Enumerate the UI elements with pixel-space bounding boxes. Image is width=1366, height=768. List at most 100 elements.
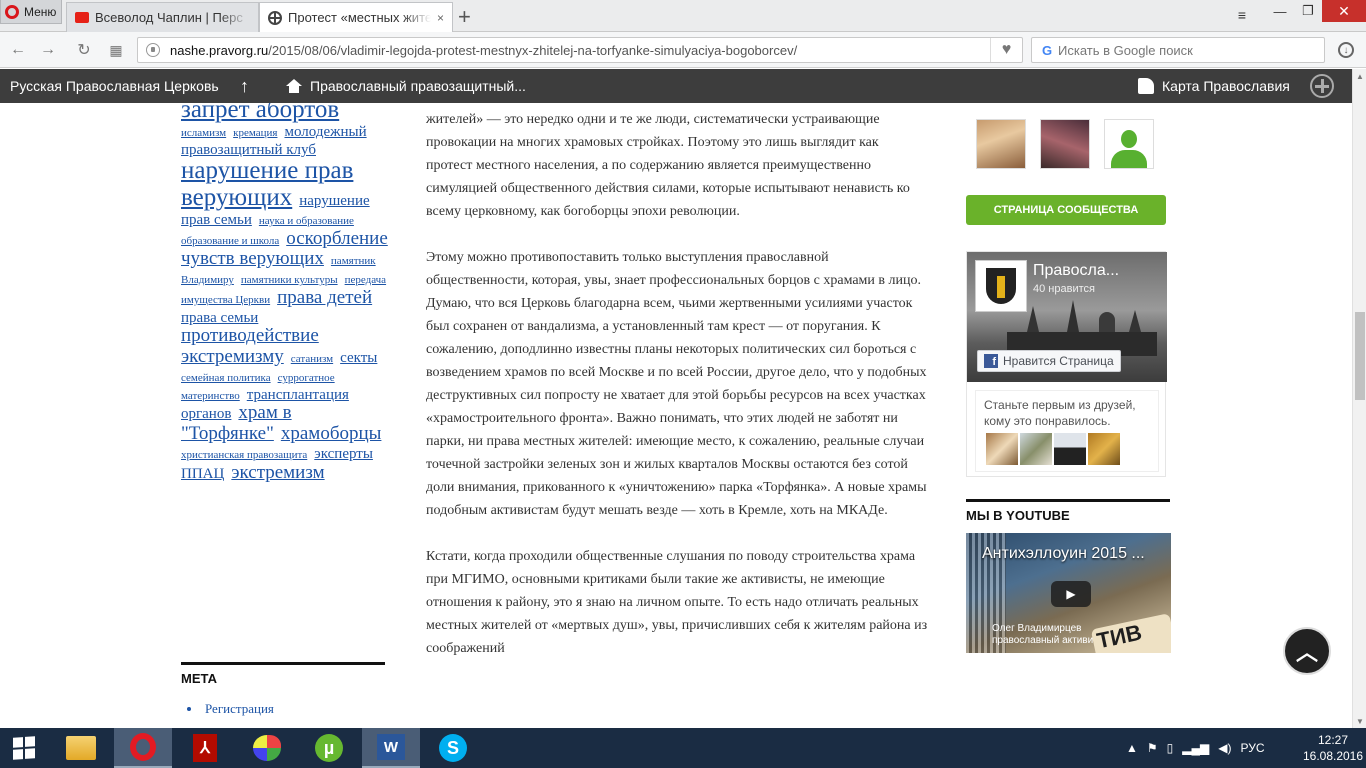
cross-icon: [268, 10, 282, 25]
taskbar-utorrent[interactable]: µ: [300, 728, 358, 768]
scrollbar-thumb[interactable]: [1355, 312, 1365, 400]
facebook-cover-image[interactable]: Правосла... 40 нравится f Нравится Стран…: [967, 252, 1167, 382]
tag-link[interactable]: памятники культуры: [241, 274, 338, 286]
tag-link[interactable]: образование и школа: [181, 235, 279, 247]
back-arrow-icon[interactable]: ←: [6, 38, 30, 62]
tab-title: Протест «местных жителе: [288, 10, 431, 25]
taskbar-paint[interactable]: [238, 728, 296, 768]
friend-avatar[interactable]: [1020, 433, 1052, 465]
minimize-button[interactable]: —: [1266, 0, 1294, 22]
forward-arrow-icon[interactable]: →: [36, 38, 60, 62]
tag-link[interactable]: запрет абортов: [181, 103, 339, 123]
tag-link[interactable]: наука и образование: [259, 215, 354, 227]
opera-menu-button[interactable]: Меню: [0, 0, 62, 24]
tab-protest-article[interactable]: Протест «местных жителе ×: [259, 2, 453, 32]
tag-link[interactable]: кремация: [233, 127, 277, 139]
start-button[interactable]: [0, 728, 48, 768]
protest-sign: ТИВ: [1090, 613, 1171, 653]
menu-label: Меню: [24, 4, 57, 19]
friends-text: Станьте первым из друзей, кому это понра…: [984, 398, 1136, 428]
member-avatar[interactable]: [1040, 119, 1090, 169]
bookmark-heart-icon[interactable]: ♥: [990, 38, 1022, 62]
clock[interactable]: 12:27 16.08.2016: [1302, 732, 1364, 764]
kremlin-silhouette: [1007, 300, 1157, 356]
orthodox-map-link[interactable]: Карта Православия: [1138, 69, 1290, 103]
search-placeholder: Искать в Google поиск: [1058, 42, 1193, 58]
paint-icon: [253, 735, 281, 761]
back-to-top-button[interactable]: ︿: [1283, 627, 1331, 675]
page-scrollbar[interactable]: ▲ ▼: [1352, 69, 1366, 728]
shield-logo-icon: [986, 268, 1016, 304]
add-button[interactable]: [1310, 69, 1334, 103]
close-tab-icon[interactable]: ×: [437, 11, 444, 25]
register-link[interactable]: Регистрация: [187, 701, 274, 717]
windows-taskbar: ⅄ µ W S ▲ ⚑ ▯ ▂▄▆ ◀) РУС 12:27 16.08.201…: [0, 728, 1366, 768]
tag-link[interactable]: исламизм: [181, 127, 226, 139]
tag-link[interactable]: секты: [340, 350, 377, 366]
home-link[interactable]: Православный правозащитный...: [286, 69, 526, 103]
friend-avatar[interactable]: [986, 433, 1018, 465]
tab-title: Всеволод Чаплин | Перс: [95, 10, 243, 25]
battery-icon[interactable]: ▯: [1167, 741, 1174, 755]
rpc-link[interactable]: Русская Православная Церковь: [10, 69, 219, 103]
tag-link[interactable]: храмоборцы: [281, 423, 382, 444]
taskbar-acrobat[interactable]: ⅄: [176, 728, 234, 768]
new-tab-button[interactable]: +: [458, 4, 471, 30]
opera-icon: [130, 733, 156, 761]
url-text: nashe.pravorg.ru/2015/08/06/vladimir-leg…: [170, 43, 990, 58]
facebook-like-button[interactable]: f Нравится Страница: [977, 350, 1121, 372]
tag-link[interactable]: христианская правозащита: [181, 449, 307, 461]
volume-icon[interactable]: ◀): [1218, 741, 1231, 755]
meta-list: Регистрация: [187, 701, 274, 717]
tab-vsevolod-chaplin[interactable]: Всеволод Чаплин | Перс: [66, 2, 259, 32]
play-icon[interactable]: ▶: [1051, 581, 1091, 607]
maximize-button[interactable]: ❐: [1294, 0, 1322, 22]
member-avatar[interactable]: [976, 119, 1026, 169]
tag-link[interactable]: сатанизм: [291, 353, 333, 365]
youtube-icon: [75, 12, 89, 23]
scroll-down-arrow-icon[interactable]: ▼: [1353, 714, 1366, 728]
taskbar-word[interactable]: W: [362, 728, 420, 768]
flag-icon[interactable]: ⚑: [1147, 741, 1158, 755]
downloads-button[interactable]: ↓: [1334, 38, 1358, 62]
youtube-widget-title: МЫ В YOUTUBE: [966, 499, 1170, 523]
facebook-likes-count: 40 нравится: [1033, 283, 1095, 295]
tag-link[interactable]: права семьи: [181, 310, 258, 326]
language-indicator[interactable]: РУС: [1240, 741, 1264, 755]
reload-icon[interactable]: ↻: [72, 38, 96, 62]
friend-avatar[interactable]: [1054, 433, 1086, 465]
close-window-button[interactable]: ✕: [1322, 0, 1366, 22]
url-path: /2015/08/06/vladimir-legojda-protest-mes…: [268, 42, 798, 58]
search-input[interactable]: G Искать в Google поиск: [1031, 37, 1325, 63]
tag-link[interactable]: экстремизм: [231, 462, 324, 483]
tag-link[interactable]: семейная политика: [181, 372, 271, 384]
speed-dial-grid-icon[interactable]: ▦: [104, 38, 128, 62]
scroll-up-arrow-icon[interactable]: ▲: [1353, 69, 1366, 83]
map-icon: [1138, 78, 1154, 94]
home-icon: [286, 79, 302, 93]
article-paragraph: жителей» — это нередко одни и те же люди…: [426, 112, 910, 219]
tab-menu-icon[interactable]: ≡: [1228, 4, 1256, 26]
taskbar-skype[interactable]: S: [424, 728, 482, 768]
facebook-page-name[interactable]: Правосла...: [1033, 262, 1119, 280]
article-paragraph: Кстати, когда проходили общественные слу…: [426, 549, 928, 656]
acrobat-icon: ⅄: [193, 734, 217, 762]
url-input[interactable]: nashe.pravorg.ru/2015/08/06/vladimir-leg…: [137, 37, 1023, 63]
page-content: запрет абортов исламизм кремация молодеж…: [0, 103, 1352, 728]
youtube-video-embed[interactable]: Антихэллоуин 2015 ... ▶ Олег Владимирцев…: [966, 533, 1171, 653]
network-signal-icon[interactable]: ▂▄▆: [1182, 741, 1209, 755]
video-title[interactable]: Антихэллоуин 2015 ...: [982, 545, 1145, 563]
taskbar-file-explorer[interactable]: [52, 728, 110, 768]
utorrent-icon: µ: [315, 734, 343, 762]
tag-link[interactable]: права детей: [277, 287, 372, 308]
clock-time: 12:27: [1317, 733, 1349, 747]
show-hidden-icons-icon[interactable]: ▲: [1126, 741, 1138, 755]
site-info-icon[interactable]: [146, 43, 160, 57]
community-page-button[interactable]: СТРАНИЦА СООБЩЕСТВА: [966, 195, 1166, 225]
rpc-link-label: Русская Православная Церковь: [10, 78, 219, 94]
member-avatar-placeholder[interactable]: [1104, 119, 1154, 169]
taskbar-opera[interactable]: [114, 728, 172, 768]
up-arrow-icon[interactable]: ↑: [240, 69, 249, 103]
friend-avatar[interactable]: [1088, 433, 1120, 465]
browser-tab-strip: Меню Всеволод Чаплин | Перс Протест «мес…: [0, 0, 1366, 32]
